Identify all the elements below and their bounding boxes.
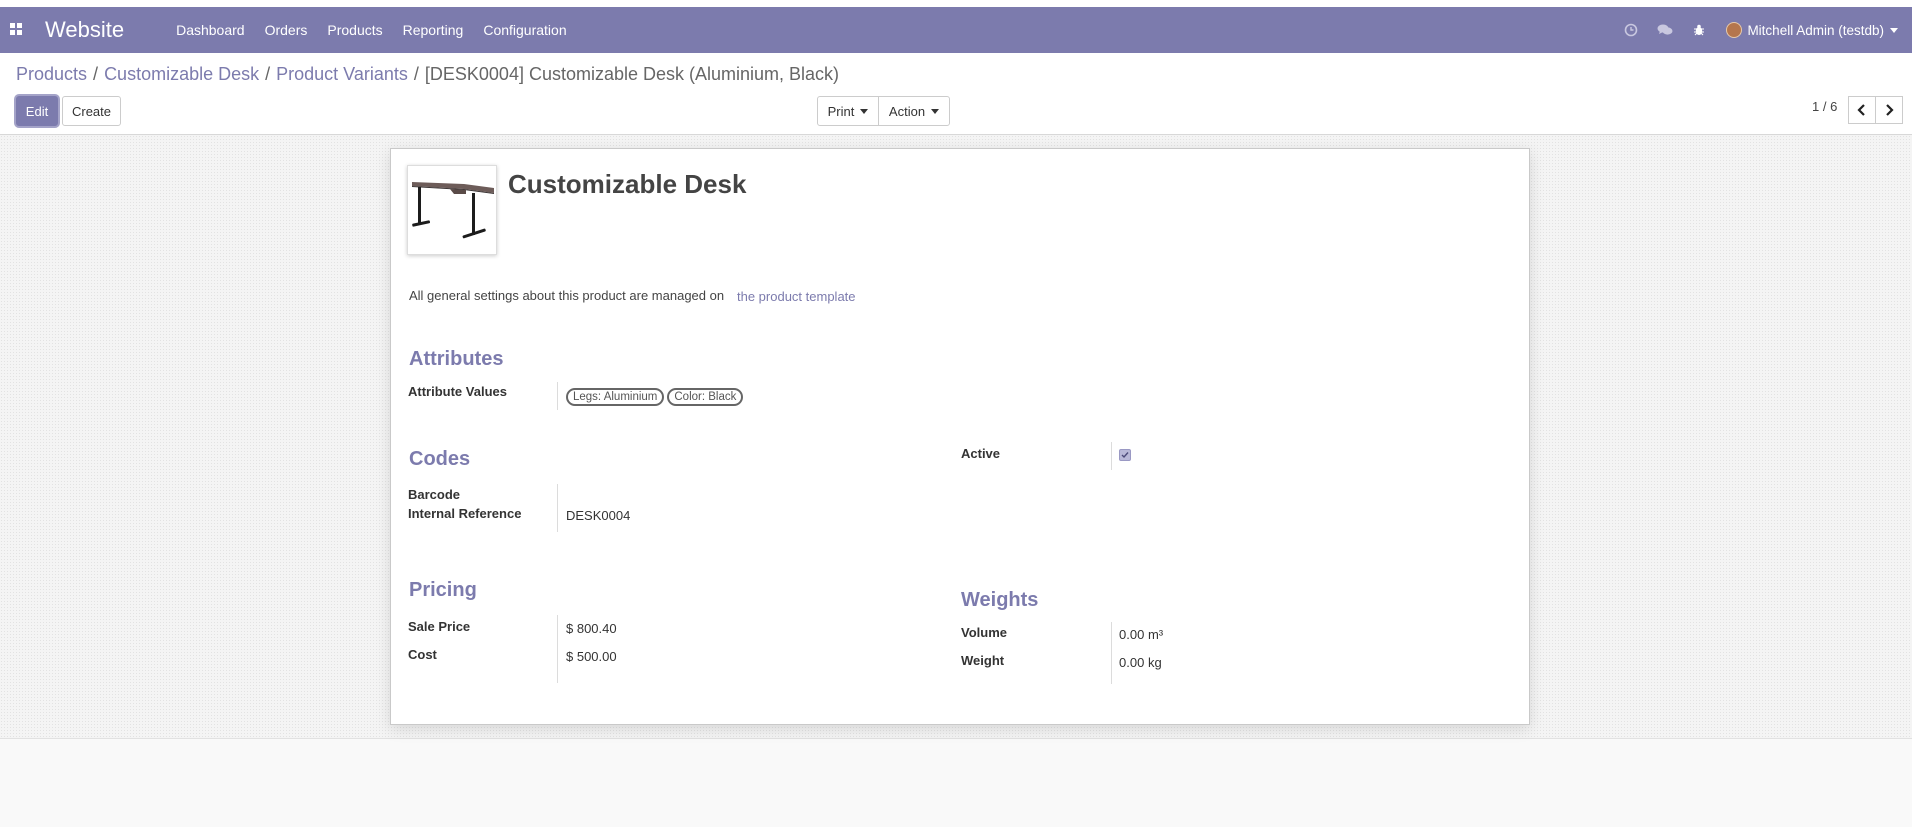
create-button[interactable]: Create [62, 96, 121, 126]
desk-image-icon [412, 182, 494, 239]
volume-unit: m³ [1147, 627, 1164, 642]
active-label: Active [961, 446, 1001, 461]
attribute-values-label: Attribute Values [408, 384, 507, 399]
systray: Mitchell Admin (testdb) [1614, 22, 1898, 38]
template-note: All general settings about this product … [409, 288, 725, 303]
internal-reference-label: Internal Reference [408, 506, 522, 521]
breadcrumb: Products / Customizable Desk / Product V… [16, 64, 839, 85]
breadcrumb-products[interactable]: Products [16, 64, 87, 85]
weight-unit: kg [1147, 655, 1162, 670]
breadcrumb-product-template[interactable]: Customizable Desk [104, 64, 259, 85]
chevron-down-icon [860, 108, 869, 114]
top-navbar: Website Dashboard Orders Products Report… [0, 7, 1912, 53]
app-name[interactable]: Website [45, 17, 124, 43]
active-checkbox[interactable] [1119, 449, 1131, 461]
attributes-section-title: Attributes [409, 348, 504, 370]
sale-price-label: Sale Price [408, 619, 471, 634]
field-divider [1111, 442, 1112, 470]
weights-section-title: Weights [961, 589, 1039, 611]
attribute-tag: Color: Black [667, 388, 744, 406]
product-image[interactable] [407, 165, 497, 255]
sale-price-value: $ 800.40 [566, 621, 617, 636]
apps-icon[interactable] [10, 23, 24, 37]
field-divider [1111, 622, 1112, 684]
barcode-label: Barcode [408, 487, 461, 502]
print-label: Print [827, 103, 855, 119]
field-divider [557, 382, 558, 410]
chat-icon[interactable] [1648, 23, 1682, 37]
edit-button[interactable]: Edit [16, 96, 58, 126]
codes-section-title: Codes [409, 448, 471, 470]
product-template-link[interactable]: the product template [737, 289, 856, 304]
chevron-down-icon [931, 108, 940, 114]
field-divider [557, 615, 558, 683]
user-menu[interactable]: Mitchell Admin (testdb) [1726, 22, 1898, 38]
action-label: Action [888, 103, 926, 119]
pager-value[interactable]: 1 / 6 [1812, 99, 1837, 114]
volume-label: Volume [961, 625, 1007, 640]
weight-value: 0.00 kg [1119, 655, 1162, 670]
main-menu: Dashboard Orders Products Reporting Conf… [166, 22, 577, 38]
clock-icon[interactable] [1614, 23, 1648, 37]
print-dropdown[interactable]: Print [817, 96, 879, 126]
breadcrumb-current: [DESK0004] Customizable Desk (Aluminium,… [424, 64, 840, 84]
menu-item-products[interactable]: Products [317, 22, 392, 38]
internal-reference-value: DESK0004 [566, 508, 631, 523]
attribute-values-field[interactable]: Legs: Aluminium Color: Black [566, 388, 746, 406]
pager-next-button[interactable] [1875, 96, 1903, 124]
breadcrumb-separator: / [265, 64, 271, 84]
menu-item-dashboard[interactable]: Dashboard [166, 22, 255, 38]
breadcrumb-separator: / [413, 64, 419, 84]
menu-item-configuration[interactable]: Configuration [473, 22, 576, 38]
chevron-down-icon [1890, 27, 1898, 33]
cost-label: Cost [408, 647, 437, 662]
breadcrumb-separator: / [93, 64, 99, 84]
weight-number: 0.00 [1119, 655, 1145, 670]
volume-number: 0.00 [1119, 627, 1145, 642]
field-divider [557, 484, 558, 532]
check-icon [1121, 452, 1129, 459]
chevron-right-icon [1886, 104, 1894, 116]
chevron-left-icon [1857, 104, 1865, 116]
volume-value: 0.00 m³ [1119, 627, 1163, 642]
avatar [1726, 22, 1743, 38]
breadcrumb-product-variants[interactable]: Product Variants [276, 64, 408, 85]
action-dropdown[interactable]: Action [878, 96, 950, 126]
menu-item-orders[interactable]: Orders [255, 22, 318, 38]
form-sheet: Customizable Desk All general settings a… [390, 148, 1530, 725]
cost-value: $ 500.00 [566, 649, 617, 664]
chatter-area [0, 738, 1912, 827]
pager-previous-button[interactable] [1848, 96, 1876, 124]
pricing-section-title: Pricing [409, 579, 477, 601]
product-name: Customizable Desk [508, 169, 747, 199]
bug-icon[interactable] [1682, 23, 1716, 37]
menu-item-reporting[interactable]: Reporting [393, 22, 474, 38]
user-name: Mitchell Admin (testdb) [1747, 22, 1884, 38]
attribute-tag: Legs: Aluminium [566, 388, 665, 406]
weight-label: Weight [961, 653, 1005, 668]
